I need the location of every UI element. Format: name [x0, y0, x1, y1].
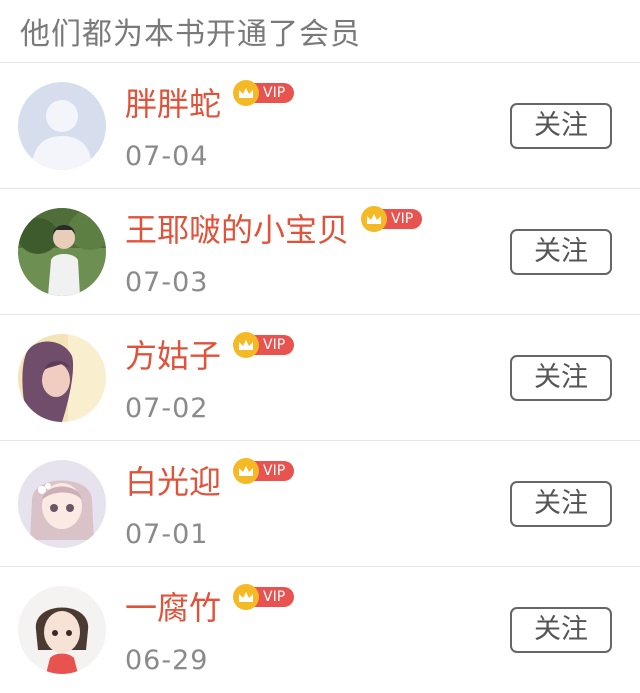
- member-date: 07-04: [125, 141, 209, 172]
- member-name[interactable]: 方姑子: [125, 336, 221, 376]
- member-name[interactable]: 胖胖蛇: [125, 84, 221, 124]
- follow-button[interactable]: 关注: [510, 103, 612, 149]
- vip-badge: VIP: [233, 80, 295, 106]
- crown-icon: [233, 332, 260, 358]
- member-name[interactable]: 王耶啵的小宝贝: [125, 210, 349, 250]
- member-date: 07-02: [125, 393, 209, 424]
- crown-icon: [361, 206, 388, 232]
- vip-badge: VIP: [233, 458, 295, 484]
- illustration-avatar-icon: [18, 586, 106, 674]
- member-name[interactable]: 白光迎: [125, 462, 221, 502]
- vip-badge: VIP: [361, 206, 423, 232]
- member-date: 07-03: [125, 267, 209, 298]
- follow-button[interactable]: 关注: [510, 607, 612, 653]
- default-avatar-icon: [18, 82, 106, 170]
- member-date: 06-29: [125, 645, 209, 676]
- avatar[interactable]: [18, 586, 106, 674]
- photo-avatar-icon: [18, 208, 106, 296]
- member-date: 07-01: [125, 519, 209, 550]
- crown-icon: [233, 80, 260, 106]
- page-title: 他们都为本书开通了会员: [20, 17, 361, 52]
- illustration-avatar-icon: [18, 460, 106, 548]
- list-item[interactable]: 白光迎 VIP 07-01 关注: [0, 441, 640, 567]
- list-item[interactable]: 王耶啵的小宝贝 VIP 07-03 关注: [0, 189, 640, 315]
- avatar[interactable]: [18, 460, 106, 548]
- vip-badge: VIP: [233, 332, 295, 358]
- crown-icon: [233, 458, 260, 484]
- follow-button[interactable]: 关注: [510, 355, 612, 401]
- list-item[interactable]: 胖胖蛇 VIP 07-04 关注: [0, 63, 640, 189]
- photo-avatar-icon: [18, 334, 106, 422]
- follow-button[interactable]: 关注: [510, 229, 612, 275]
- vip-badge: VIP: [233, 584, 295, 610]
- follow-button[interactable]: 关注: [510, 481, 612, 527]
- avatar[interactable]: [18, 208, 106, 296]
- list-item[interactable]: 一腐竹 VIP 06-29 关注: [0, 567, 640, 693]
- list-item[interactable]: 方姑子 VIP 07-02 关注: [0, 315, 640, 441]
- member-list: 胖胖蛇 VIP 07-04 关注 王耶啵的小宝贝 VIP 07-03 关注 方姑…: [0, 63, 640, 693]
- member-name[interactable]: 一腐竹: [125, 588, 221, 628]
- avatar[interactable]: [18, 334, 106, 422]
- page-header: 他们都为本书开通了会员: [0, 0, 640, 63]
- avatar[interactable]: [18, 82, 106, 170]
- crown-icon: [233, 584, 260, 610]
